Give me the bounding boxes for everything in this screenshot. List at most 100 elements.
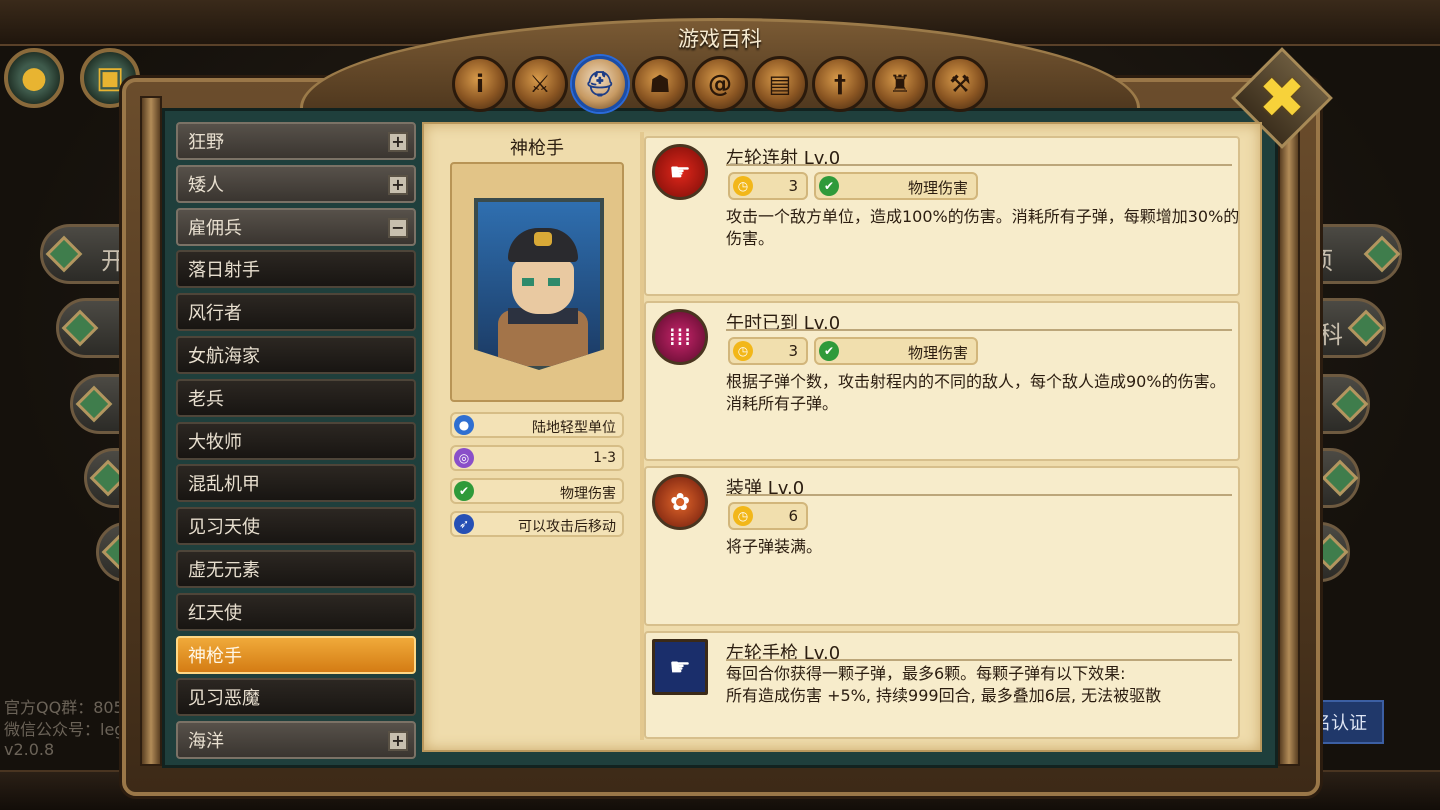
- tab-items[interactable]: †: [812, 56, 868, 112]
- revolver-burst-icon: ☛: [652, 144, 708, 200]
- list-item[interactable]: 见习恶魔: [176, 678, 416, 717]
- damage-type-icon: ✔: [819, 341, 839, 361]
- unit-label: 神枪手: [188, 645, 242, 667]
- range-icon: ◎: [454, 448, 474, 468]
- skill-name: 午时已到 Lv.0: [726, 313, 841, 334]
- tab-buildings[interactable]: ♜: [872, 56, 928, 112]
- divider: [726, 329, 1232, 331]
- category-group-mercenary[interactable]: 雇佣兵 −: [176, 207, 416, 246]
- unit-label: 落日射手: [188, 260, 260, 282]
- tab-books[interactable]: ▤: [752, 56, 808, 112]
- skill-card: ⁞⁞⁞ 午时已到 Lv.0 ◷ 3 ✔ 物理伤害 根据子弹个数，攻击射程内的不同…: [644, 301, 1240, 461]
- gem-icon: [61, 309, 99, 347]
- qq-group-text: 官方QQ群：8054: [4, 698, 134, 717]
- collapse-icon[interactable]: −: [388, 217, 408, 238]
- move-after-attack-icon: ➶: [454, 514, 474, 534]
- list-item[interactable]: 老兵: [176, 378, 416, 417]
- skill-description: 根据子弹个数，攻击射程内的不同的敌人，每个敌人造成90%的伤害。消耗所有子弹。: [726, 372, 1226, 413]
- damage-type-tag: ✔ 物理伤害: [814, 172, 978, 200]
- gem-icon: [1331, 385, 1369, 423]
- skill-description: 攻击一个敌方单位，造成100%的伤害。消耗所有子弹，每颗增加30%的伤害。: [726, 207, 1240, 248]
- list-item[interactable]: 大牧师: [176, 421, 416, 460]
- skill-card: ☛ 左轮连射 Lv.0 ◷ 3 ✔ 物理伤害 攻击一个敌方单位，造成100%的伤…: [644, 136, 1240, 296]
- category-label: 雇佣兵: [188, 217, 242, 239]
- wechat-text: 微信公众号：legi: [4, 720, 129, 739]
- expand-icon[interactable]: +: [388, 174, 408, 195]
- warrior-icon: ☗: [649, 70, 671, 98]
- title-plate: 游戏百科: [400, 18, 1040, 58]
- tower-icon: ♜: [889, 70, 911, 98]
- unit-label: 见习天使: [188, 517, 260, 539]
- skill-name: 左轮手枪 Lv.0: [726, 643, 841, 664]
- revolver-passive-icon: ☛: [652, 639, 708, 695]
- info-icon: i: [475, 70, 485, 98]
- dagger-icon: †: [834, 70, 846, 98]
- cooldown-tag: ◷ 3: [728, 172, 808, 200]
- bullets-icon: ⁞⁞⁞: [652, 309, 708, 365]
- hammer-icon: ⚒: [949, 70, 971, 98]
- unit-label: 见习恶魔: [188, 688, 260, 710]
- gem-icon: [75, 385, 113, 423]
- category-group-dwarf[interactable]: 矮人 +: [176, 164, 416, 203]
- right-pillar: [1278, 96, 1300, 766]
- skill-card: ☛ 左轮手枪 Lv.0 每回合你获得一颗子弹，最多6颗。每颗子弹有以下效果: 所…: [644, 631, 1240, 739]
- list-item[interactable]: 混乱机甲: [176, 464, 416, 503]
- category-label: 狂野: [188, 132, 224, 153]
- unit-type-icon: ●: [454, 415, 474, 435]
- left-pillar: [140, 96, 162, 766]
- tab-heroes[interactable]: ☗: [632, 56, 688, 112]
- unit-portrait: [474, 198, 604, 370]
- skill-description: 将子弹装满。: [726, 537, 823, 556]
- list-item[interactable]: 红天使: [176, 592, 416, 631]
- book-icon: ▤: [768, 70, 792, 98]
- list-item[interactable]: 见习天使: [176, 507, 416, 546]
- attr-unit-type: ● 陆地轻型单位: [450, 412, 624, 438]
- tab-tools[interactable]: ⚒: [932, 56, 988, 112]
- skill-card: ✿ 装弹 Lv.0 ◷ 6 将子弹装满。: [644, 466, 1240, 626]
- attr-move-after-attack: ➶ 可以攻击后移动: [450, 511, 624, 537]
- tab-units[interactable]: ⛑: [572, 56, 628, 112]
- list-item[interactable]: 落日射手: [176, 250, 416, 289]
- category-label: 海洋: [188, 731, 224, 753]
- skill-name: 左轮连射 Lv.0: [726, 148, 841, 169]
- sword-icon: ⚔: [529, 70, 551, 98]
- unit-label: 虚无元素: [188, 559, 260, 581]
- category-group-ocean[interactable]: 海洋 +: [176, 721, 416, 760]
- cooldown-tag: ◷ 3: [728, 337, 808, 365]
- clock-icon: ◷: [733, 506, 753, 526]
- clock-icon: ◷: [733, 176, 753, 196]
- list-item[interactable]: 女航海家: [176, 335, 416, 374]
- category-tab-bar: i ⚔ ⛑ ☗ @ ▤ † ♜ ⚒: [452, 56, 988, 112]
- version-text: v2.0.8: [4, 740, 55, 759]
- category-label: 矮人: [188, 174, 224, 196]
- unit-label: 混乱机甲: [188, 474, 260, 496]
- list-item[interactable]: 虚无元素: [176, 549, 416, 588]
- tab-weapons[interactable]: ⚔: [512, 56, 568, 112]
- unit-name: 神枪手: [510, 138, 564, 159]
- reload-icon: ✿: [652, 474, 708, 530]
- divider: [726, 494, 1232, 496]
- unit-label: 老兵: [188, 388, 224, 410]
- expand-icon[interactable]: +: [388, 731, 408, 752]
- category-group-wild[interactable]: 狂野 +: [176, 122, 416, 160]
- list-item-selected[interactable]: 神枪手: [176, 635, 416, 674]
- list-item[interactable]: 风行者: [176, 293, 416, 332]
- divider: [726, 659, 1232, 661]
- tab-info[interactable]: i: [452, 56, 508, 112]
- profile-button[interactable]: ●: [4, 48, 64, 108]
- portrait-card: [450, 162, 624, 402]
- unit-category-list: 狂野 + 矮人 + 雇佣兵 − 落日射手 风行者 女航海家 老兵 大牧师 混乱机…: [176, 122, 416, 762]
- dialog-title: 游戏百科: [678, 27, 762, 51]
- attr-damage-type: ✔ 物理伤害: [450, 478, 624, 504]
- cooldown-tag: ◷ 6: [728, 502, 808, 530]
- expand-icon[interactable]: +: [388, 132, 408, 152]
- unit-info-column: 神枪手 ● 陆地轻型单位 ◎ 1-3 ✔ 物理伤害 ➶ 可以攻击后移动: [436, 134, 638, 740]
- shop-icon: ▣: [95, 60, 125, 96]
- gem-icon: [45, 235, 83, 273]
- skill-name: 装弹 Lv.0: [726, 478, 805, 499]
- unit-label: 大牧师: [188, 431, 242, 453]
- damage-type-tag: ✔ 物理伤害: [814, 337, 978, 365]
- damage-type-icon: ✔: [819, 176, 839, 196]
- unit-label: 风行者: [188, 303, 242, 325]
- tab-magic[interactable]: @: [692, 56, 748, 112]
